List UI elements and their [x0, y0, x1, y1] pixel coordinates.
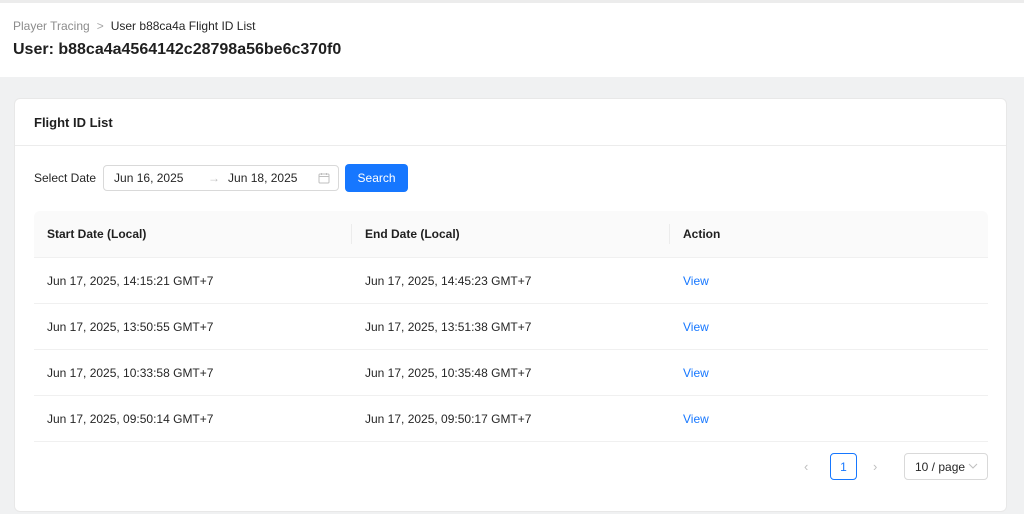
card-title: Flight ID List	[34, 114, 113, 130]
breadcrumb-separator: >	[96, 19, 104, 33]
end-date-cell: Jun 17, 2025, 14:45:23 GMT+7	[365, 273, 532, 288]
view-link[interactable]: View	[683, 366, 709, 380]
table-row: Jun 17, 2025, 14:15:21 GMT+7 Jun 17, 202…	[34, 258, 988, 304]
card-header: Flight ID List	[15, 99, 1006, 146]
calendar-icon[interactable]	[318, 172, 330, 184]
page-size-select[interactable]: 10 / page	[904, 453, 988, 480]
start-date-cell: Jun 17, 2025, 10:33:58 GMT+7	[47, 365, 214, 380]
flight-table: Start Date (Local) End Date (Local) Acti…	[34, 211, 988, 442]
date-range-picker[interactable]: Jun 16, 2025 → Jun 18, 2025	[103, 165, 340, 191]
flight-id-card: Flight ID List Select Date Jun 16, 2025 …	[14, 98, 1007, 512]
next-page-button[interactable]: ›	[873, 459, 877, 474]
breadcrumb-current: User b88ca4a Flight ID List	[110, 19, 256, 33]
end-date-input[interactable]: Jun 18, 2025	[228, 171, 297, 185]
table-row: Jun 17, 2025, 10:33:58 GMT+7 Jun 17, 202…	[34, 350, 988, 396]
page-size-value: 10 / page	[915, 459, 966, 474]
header-end-date: End Date (Local)	[365, 227, 460, 241]
search-button[interactable]: Search	[345, 164, 409, 192]
prev-page-button[interactable]: ‹	[804, 459, 808, 474]
page-header: Player Tracing > User b88ca4a Flight ID …	[0, 3, 1024, 77]
view-link[interactable]: View	[683, 412, 709, 426]
view-link[interactable]: View	[683, 274, 709, 288]
start-date-cell: Jun 17, 2025, 13:50:55 GMT+7	[47, 319, 214, 334]
table-header: Start Date (Local) End Date (Local) Acti…	[34, 211, 988, 258]
page-1-button[interactable]: 1	[830, 453, 857, 480]
header-action: Action	[683, 227, 721, 241]
select-date-label: Select Date	[34, 171, 97, 185]
start-date-cell: Jun 17, 2025, 14:15:21 GMT+7	[47, 273, 214, 288]
range-arrow-icon: →	[208, 171, 221, 185]
end-date-cell: Jun 17, 2025, 09:50:17 GMT+7	[365, 411, 532, 426]
header-start-date: Start Date (Local)	[47, 227, 147, 241]
start-date-input[interactable]: Jun 16, 2025	[114, 171, 183, 185]
header-divider	[351, 224, 352, 244]
pagination: ‹ 1 › 10 / page	[15, 453, 1008, 481]
start-date-cell: Jun 17, 2025, 09:50:14 GMT+7	[47, 411, 214, 426]
chevron-down-icon	[968, 463, 978, 469]
end-date-cell: Jun 17, 2025, 10:35:48 GMT+7	[365, 365, 532, 380]
table-row: Jun 17, 2025, 13:50:55 GMT+7 Jun 17, 202…	[34, 304, 988, 350]
header-divider	[669, 224, 670, 244]
page-title: User: b88ca4a4564142c28798a56be6c370f0	[13, 41, 342, 58]
view-link[interactable]: View	[683, 320, 709, 334]
breadcrumb-parent-link[interactable]: Player Tracing	[13, 18, 90, 34]
end-date-cell: Jun 17, 2025, 13:51:38 GMT+7	[365, 319, 532, 334]
table-row: Jun 17, 2025, 09:50:14 GMT+7 Jun 17, 202…	[34, 396, 988, 442]
breadcrumb: Player Tracing > User b88ca4a Flight ID …	[13, 18, 255, 34]
date-filter: Select Date Jun 16, 2025 → Jun 18, 2025 …	[34, 164, 409, 192]
